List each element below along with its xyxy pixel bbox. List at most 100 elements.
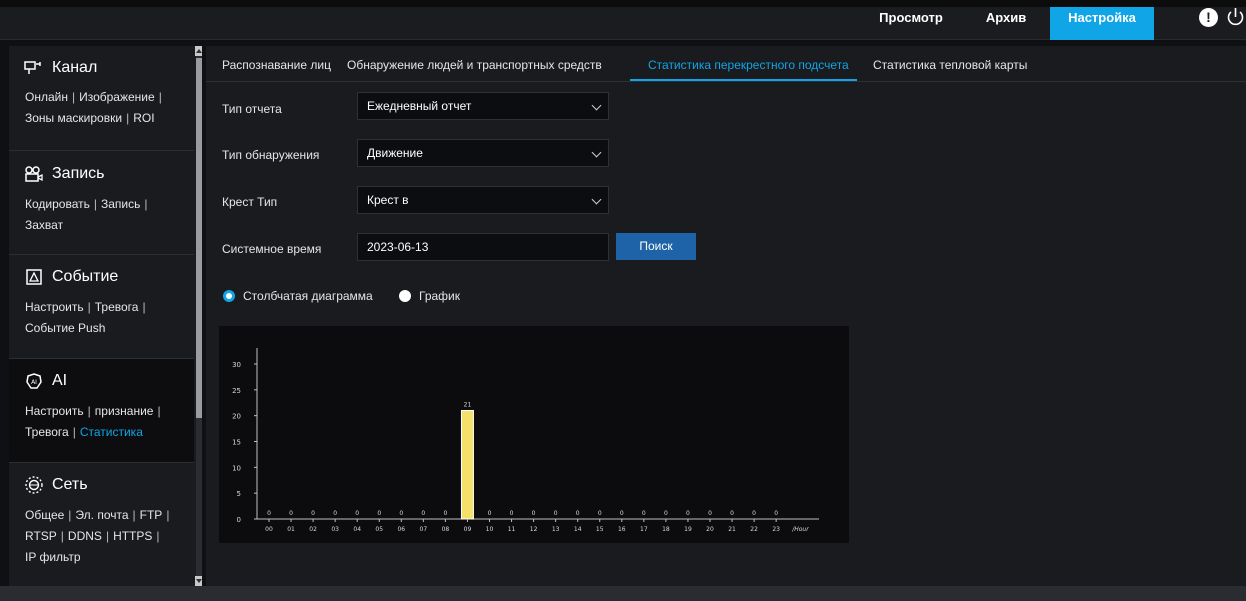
x-tick-label: 20 xyxy=(706,526,714,533)
data-label: 0 xyxy=(510,510,514,517)
x-tick-label: 23 xyxy=(772,526,780,533)
tab-human-vehicle-detection[interactable]: Обнаружение людей и транспортных средств xyxy=(347,58,602,72)
data-label: 0 xyxy=(443,510,447,517)
top-bar: Просмотр Архив Настройка ! xyxy=(0,0,1246,40)
event-icon xyxy=(24,268,44,286)
detection-type-select[interactable]: Движение xyxy=(357,139,609,167)
x-tick-label: 17 xyxy=(640,526,648,533)
data-label: 0 xyxy=(311,510,315,517)
sidebar-section-record: Запись Кодировать | Запись | Захват xyxy=(9,151,194,255)
system-time-input[interactable]: 2023-06-13 xyxy=(357,233,609,261)
sidebar-link-image[interactable]: Изображение xyxy=(79,90,155,104)
y-tick-label: 15 xyxy=(232,439,241,447)
detection-type-label: Тип обнаружения xyxy=(222,148,320,162)
y-tick-label: 5 xyxy=(237,490,241,498)
nav-settings[interactable]: Настройка xyxy=(1050,7,1154,40)
x-tick-label: 08 xyxy=(442,526,450,533)
data-label: 0 xyxy=(752,510,756,517)
sidebar-link-roi[interactable]: ROI xyxy=(133,111,154,125)
data-label: 21 xyxy=(464,402,472,409)
sidebar-title-channel: Канал xyxy=(52,59,98,76)
x-tick-label: 09 xyxy=(464,526,472,533)
x-tick-label: 18 xyxy=(662,526,670,533)
cross-type-label: Крест Тип xyxy=(222,195,278,209)
sidebar-title-network: Сеть xyxy=(52,476,88,493)
sidebar-link-event-push[interactable]: Событие Push xyxy=(25,321,105,335)
top-nav: Просмотр Архив Настройка xyxy=(860,7,1154,40)
sidebar-link-ai-alarm[interactable]: Тревога xyxy=(25,425,69,439)
sidebar-link-ftp[interactable]: FTP xyxy=(140,508,163,522)
x-tick-label: 02 xyxy=(309,526,317,533)
sidebar-head-ai[interactable]: AI AI xyxy=(9,370,194,392)
sidebar-link-rtsp[interactable]: RTSP xyxy=(25,529,57,543)
sidebar-link-recognition[interactable]: признание xyxy=(95,404,154,418)
nav-archive[interactable]: Архив xyxy=(962,7,1050,40)
cross-type-select[interactable]: Крест в xyxy=(357,186,609,214)
record-icon xyxy=(24,165,44,183)
x-tick-label: 04 xyxy=(353,526,361,533)
data-label: 0 xyxy=(730,510,734,517)
sidebar-head-event[interactable]: Событие xyxy=(9,266,194,288)
tab-cross-counting-statistics[interactable]: Статистика перекрестного подсчета xyxy=(648,58,849,72)
data-label: 0 xyxy=(289,510,293,517)
sidebar-head-channel[interactable]: Канал xyxy=(9,57,194,79)
radio-bar-chart[interactable]: Столбчатая диаграмма xyxy=(223,289,373,303)
sidebar-section-ai: AI AI Настроить | признание | Тревога | Стати… xyxy=(9,359,194,463)
scroll-up-arrow-icon[interactable] xyxy=(195,46,202,56)
data-label: 0 xyxy=(333,510,337,517)
tab-face-recognition[interactable]: Распознавание лиц xyxy=(222,58,331,72)
radio-line-chart[interactable]: График xyxy=(399,289,460,303)
report-type-select[interactable]: Ежедневный отчет xyxy=(357,92,609,120)
data-label: 0 xyxy=(532,510,536,517)
sidebar-link-privacy-zones[interactable]: Зоны маскировки xyxy=(25,111,122,125)
sidebar-scroll-thumb[interactable] xyxy=(196,58,202,418)
sidebar-link-ip-filter[interactable]: IP фильтр xyxy=(25,550,81,564)
ai-icon: AI xyxy=(24,372,44,390)
nav-view[interactable]: Просмотр xyxy=(860,7,962,40)
sidebar-link-capture[interactable]: Захват xyxy=(25,218,63,232)
sidebar-link-general[interactable]: Общее xyxy=(25,508,64,522)
sidebar-link-statistics[interactable]: Статистика xyxy=(80,425,143,439)
sidebar-link-alarm[interactable]: Тревога xyxy=(95,300,139,314)
radio-bar-chart-label: Столбчатая диаграмма xyxy=(243,289,373,303)
data-label: 0 xyxy=(355,510,359,517)
search-button[interactable]: Поиск xyxy=(616,233,696,260)
tab-heatmap-statistics[interactable]: Статистика тепловой карты xyxy=(873,58,1027,72)
sidebar-title-ai: AI xyxy=(52,372,68,389)
scroll-down-arrow-icon[interactable] xyxy=(195,576,202,586)
sidebar-links-ai: Настроить | признание | Тревога | Статистика xyxy=(25,404,161,439)
sidebar-link-email[interactable]: Эл. почта xyxy=(75,508,128,522)
sidebar-link-online[interactable]: Онлайн xyxy=(25,90,68,104)
sidebar-link-ai-configure[interactable]: Настроить xyxy=(25,404,84,418)
sidebar-head-network[interactable]: Сеть xyxy=(9,474,194,496)
sidebar-link-encode[interactable]: Кодировать xyxy=(25,197,90,211)
y-tick-label: 0 xyxy=(237,516,241,524)
radio-line-chart-label: График xyxy=(419,289,460,303)
data-label: 0 xyxy=(598,510,602,517)
data-label: 0 xyxy=(377,510,381,517)
x-tick-label: 11 xyxy=(508,526,516,533)
alert-icon[interactable]: ! xyxy=(1199,8,1218,27)
sidebar-links-record: Кодировать | Запись | Захват xyxy=(25,197,148,232)
sidebar-links-channel: Онлайн | Изображение | Зоны маскировки | ROI xyxy=(25,90,162,125)
tab-bar: Распознавание лиц Обнаружение людей и тр… xyxy=(206,46,1246,82)
power-icon[interactable] xyxy=(1225,7,1246,28)
x-tick-label: 06 xyxy=(397,526,405,533)
x-tick-label: 07 xyxy=(420,526,428,533)
detection-type-value: Движение xyxy=(367,146,423,160)
sidebar-link-configure[interactable]: Настроить xyxy=(25,300,84,314)
y-tick-label: 10 xyxy=(232,464,241,472)
sidebar-head-record[interactable]: Запись xyxy=(9,163,194,185)
sidebar-link-https[interactable]: HTTPS xyxy=(113,529,152,543)
sidebar-link-record[interactable]: Запись xyxy=(101,197,140,211)
sidebar-link-ddns[interactable]: DDNS xyxy=(68,529,102,543)
system-time-label: Системное время xyxy=(222,242,322,256)
y-tick-label: 25 xyxy=(232,387,241,395)
sidebar: Канал Онлайн | Изображение | Зоны маскировк… xyxy=(9,46,202,586)
data-label: 0 xyxy=(620,510,624,517)
sidebar-scrollbar[interactable] xyxy=(196,46,202,586)
x-tick-label: 16 xyxy=(618,526,626,533)
data-label: 0 xyxy=(664,510,668,517)
x-tick-label: 13 xyxy=(552,526,560,533)
x-axis-label: /Hour xyxy=(791,526,809,533)
